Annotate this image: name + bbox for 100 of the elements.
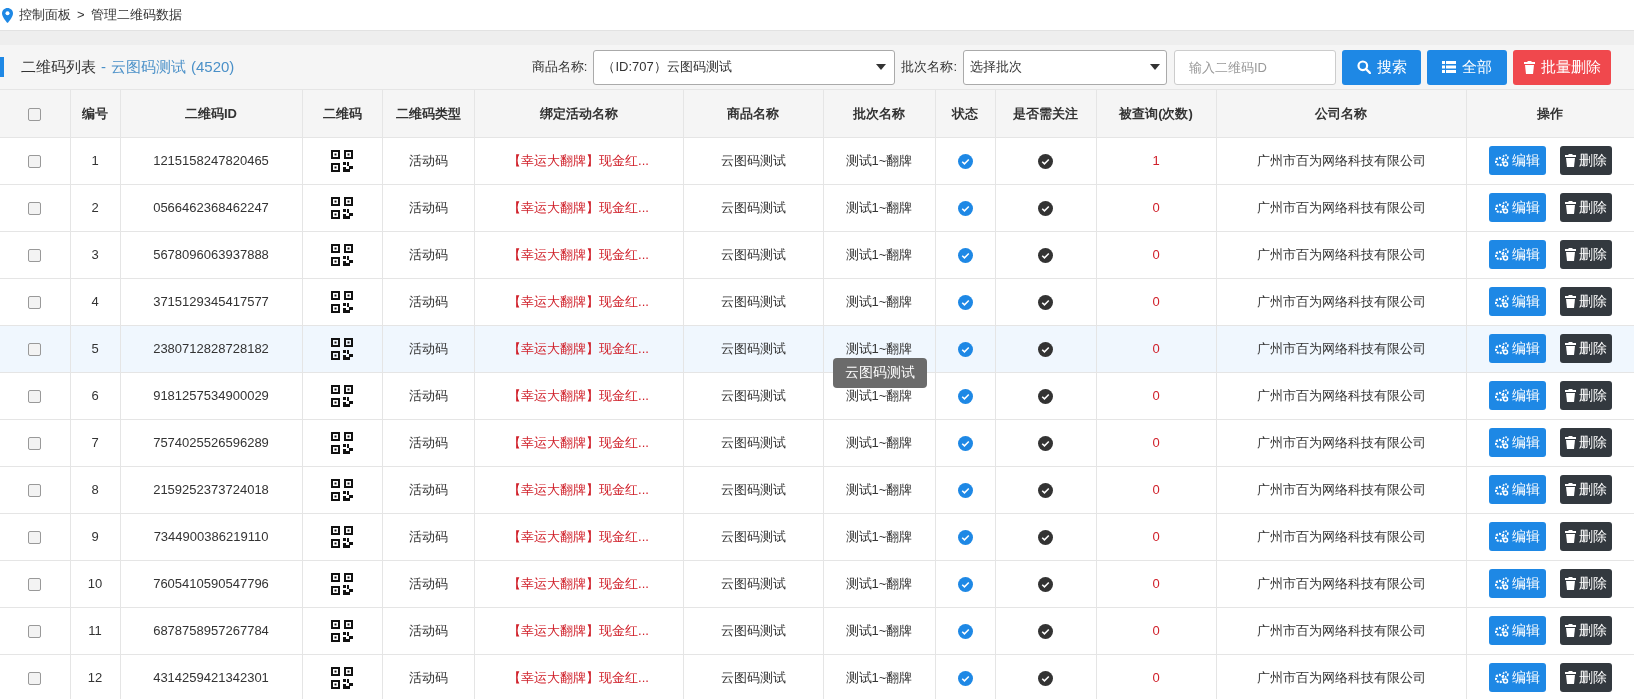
show-all-button[interactable]: 全部 [1427,49,1507,85]
batch-select[interactable]: 选择批次 [963,49,1167,85]
table-cell: 云图码测试 [683,560,823,607]
table-cell: 测试1~翻牌 [845,481,913,497]
table-cell: 广州市百为网络科技有限公司 [1216,184,1466,231]
column-header: 批次名称 [823,90,935,137]
search-button[interactable]: 搜索 [1342,49,1421,85]
delete-button[interactable]: 删除 [1559,334,1612,363]
search-icon [1356,60,1371,74]
column-header: 二维码类型 [382,90,474,137]
filter-label: 商品名称: [531,58,588,77]
table-cell: 0 [1096,372,1216,419]
delete-button[interactable]: 删除 [1559,522,1612,551]
checkbox[interactable] [28,483,42,497]
checkbox[interactable] [28,389,42,403]
table-cell: 测试1~翻牌 [845,434,913,450]
breadcrumb-item[interactable]: 管理二维码数据 [90,5,182,25]
edit-button[interactable]: 编辑 [1488,475,1546,504]
table-cell: 云图码测试 [683,513,823,560]
search-field[interactable]: 输入二维码ID [1174,49,1336,85]
checkbox[interactable] [28,530,42,544]
delete-button[interactable]: 删除 [1559,240,1612,269]
table-cell: 活动码 [382,466,474,513]
edit-button[interactable]: 编辑 [1488,569,1546,598]
edit-button[interactable]: 编辑 [1488,522,1546,551]
breadcrumb-item[interactable]: 控制面板 [19,5,71,25]
delete-button[interactable]: 删除 [1559,193,1612,222]
edit-button[interactable]: 编辑 [1488,146,1546,175]
table-cell: 活动码 [382,137,474,184]
bulk-delete-button[interactable]: 批量删除 [1513,49,1611,85]
checkbox[interactable] [28,671,42,685]
delete-button[interactable]: 删除 [1559,569,1612,598]
delete-button[interactable]: 删除 [1559,475,1612,504]
table-cell: 【幸运大翻牌】现金红... [474,513,683,560]
table-cell: 活动码 [382,278,474,325]
table-cell: 测试1~翻牌 [845,622,913,638]
table-cell: 0 [1096,419,1216,466]
edit-button[interactable]: 编辑 [1488,663,1546,692]
column-header: 商品名称 [683,90,823,137]
edit-button[interactable]: 编辑 [1488,381,1546,410]
table-cell: 6 [70,372,120,419]
breadcrumb-separator: > [77,6,85,25]
table-cell: 9 [70,513,120,560]
table-cell: 广州市百为网络科技有限公司 [1216,137,1466,184]
edit-button[interactable]: 编辑 [1488,240,1546,269]
table-cell: 0 [1096,466,1216,513]
trash-icon [1564,436,1576,449]
checkbox[interactable] [28,342,42,356]
delete-button[interactable]: 删除 [1559,381,1612,410]
checkbox[interactable] [28,201,42,215]
edit-button[interactable]: 编辑 [1488,616,1546,645]
delete-button[interactable]: 删除 [1559,663,1612,692]
qr-code-icon [331,619,353,642]
checkbox[interactable] [28,624,42,638]
checkbox[interactable] [28,154,42,168]
edit-button[interactable]: 编辑 [1488,287,1546,316]
table-cell: 0 [1096,607,1216,654]
checkbox[interactable] [28,436,42,450]
checkbox[interactable] [28,107,42,121]
edit-button[interactable]: 编辑 [1488,193,1546,222]
table-cell: 5678096063937888 [120,231,302,278]
table-cell: 【幸运大翻牌】现金红... [474,372,683,419]
checkbox[interactable] [28,248,42,262]
title-separator: - [101,56,106,77]
table-cell: 活动码 [382,419,474,466]
table-cell: 广州市百为网络科技有限公司 [1216,278,1466,325]
table-cell: 广州市百为网络科技有限公司 [1216,607,1466,654]
table-cell: 云图码测试 [683,654,823,699]
qr-code-icon [331,525,353,548]
edit-button[interactable]: 编辑 [1488,428,1546,457]
table-cell: 0 [1096,325,1216,372]
trash-icon [1564,201,1576,214]
table-cell: 活动码 [382,372,474,419]
column-header: 二维码 [302,90,382,137]
caret-icon [1150,64,1160,70]
table-cell: 广州市百为网络科技有限公司 [1216,466,1466,513]
checkbox[interactable] [28,577,42,591]
delete-button[interactable]: 删除 [1559,428,1612,457]
product-select[interactable]: （ID:707）云图码测试 [593,49,896,85]
table-cell: 【幸运大翻牌】现金红... [474,184,683,231]
trash-icon [1564,154,1576,167]
checkbox[interactable] [28,295,42,309]
delete-button[interactable]: 删除 [1559,146,1612,175]
delete-button[interactable]: 删除 [1559,287,1612,316]
list-title: 二维码列表 [21,56,96,77]
qr-code-icon [331,572,353,595]
table-cell: 活动码 [382,513,474,560]
table-cell: 3715129345417577 [120,278,302,325]
table-cell: 1 [1096,137,1216,184]
table-cell: 测试1~翻牌 [845,575,913,591]
table-cell: 1 [70,137,120,184]
qr-code-icon [331,290,353,313]
delete-button[interactable]: 删除 [1559,616,1612,645]
qr-code-icon [331,149,353,172]
table-cell: 云图码测试 [683,278,823,325]
table-cell: 5 [70,325,120,372]
trash-icon [1564,624,1576,637]
table-cell: 测试1~翻牌 [845,669,913,685]
edit-button[interactable]: 编辑 [1488,334,1546,363]
qr-code-icon [331,243,353,266]
